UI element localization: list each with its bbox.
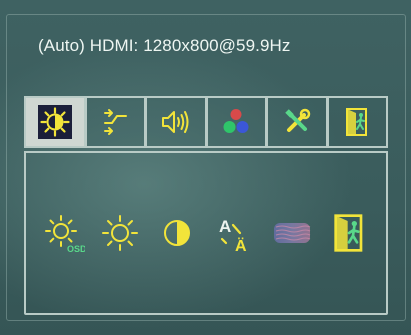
input-source-icon [98, 105, 132, 139]
audio-icon [159, 105, 193, 139]
input-status-text: (Auto) HDMI: 1280x800@59.9Hz [38, 36, 291, 55]
tab-exit[interactable] [326, 96, 388, 148]
submenu-item-noise-reduction[interactable] [269, 210, 315, 256]
text-a-label: A [219, 217, 231, 236]
brightness-contrast-icon [37, 105, 72, 139]
submenu-item-contrast[interactable] [154, 210, 200, 256]
main-menu-tabs [24, 96, 388, 148]
exit-icon [340, 105, 374, 139]
submenu-item-exit[interactable] [326, 210, 372, 256]
tab-brightness-contrast[interactable] [24, 96, 85, 148]
submenu-item-sharpness[interactable]: A Ä [212, 210, 258, 256]
exit-icon [334, 214, 363, 252]
tab-audio[interactable] [145, 96, 206, 148]
noise-reduction-icon [273, 223, 311, 243]
brightness-icon [101, 215, 138, 251]
tab-input-source[interactable] [84, 96, 145, 148]
sharpness-text-icon: A Ä [219, 217, 247, 255]
settings-tools-icon [280, 105, 314, 139]
svg-text:Ä: Ä [235, 237, 247, 255]
submenu-item-brightness[interactable] [97, 210, 143, 256]
contrast-icon [164, 220, 191, 246]
submenu-item-osd-brightness[interactable]: OSD [40, 210, 86, 256]
monitor-osd-screen: (Auto) HDMI: 1280x800@59.9Hz OSD A Ä [0, 0, 411, 335]
color-icon [219, 105, 253, 139]
tab-settings[interactable] [266, 96, 327, 148]
submenu-items: OSD A Ä [24, 205, 388, 261]
osd-brightness-icon: OSD [44, 215, 85, 254]
osd-label: OSD [67, 244, 85, 254]
tab-color[interactable] [205, 96, 266, 148]
